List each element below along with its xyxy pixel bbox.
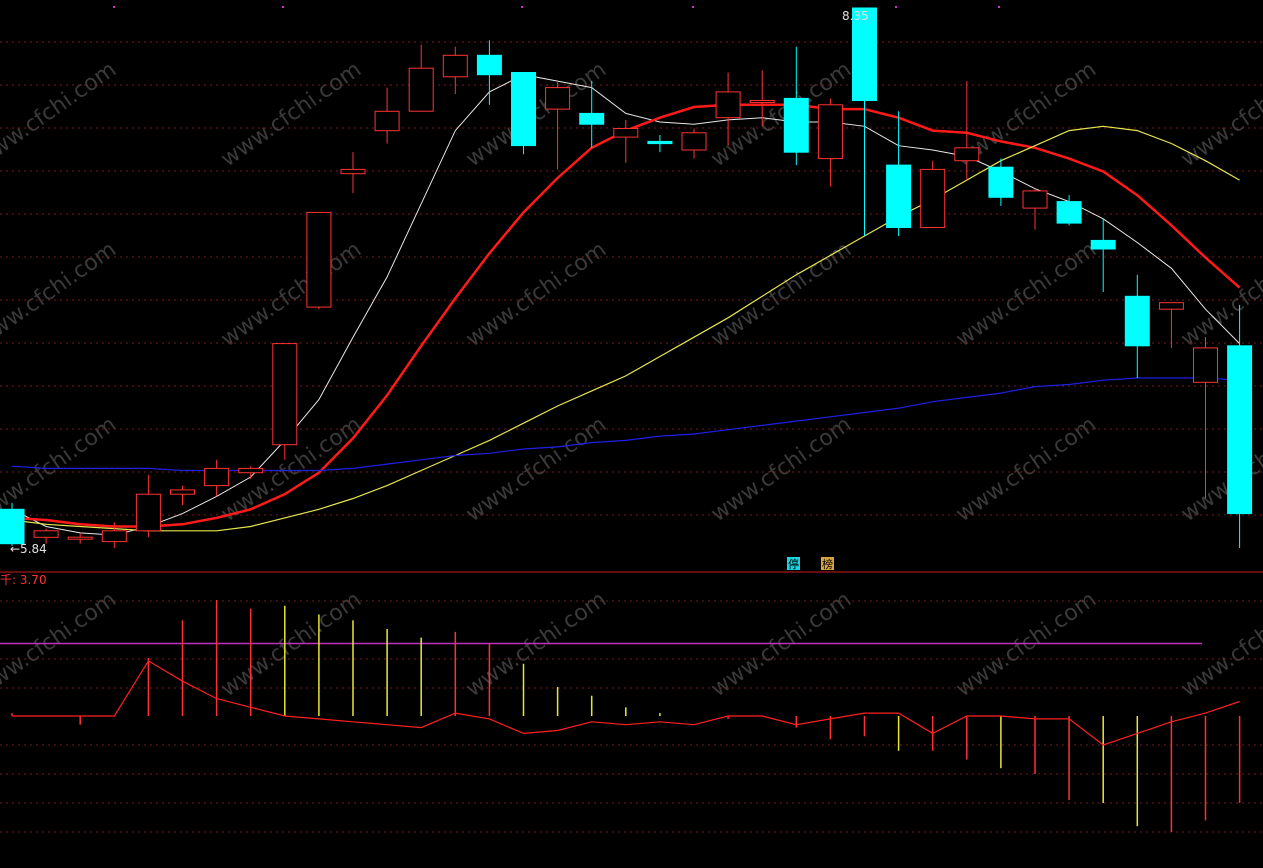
candle-body (408, 67, 434, 112)
candle-body (67, 536, 93, 540)
stock-chart: www.cfchi.com www.cfchi.com www.cfchi.com w… (0, 0, 1263, 868)
candle-body (817, 104, 843, 160)
candle-body (476, 54, 502, 76)
candle-body (238, 467, 264, 474)
candle-body (1056, 201, 1082, 224)
tag-text: 榜 (822, 557, 833, 571)
candle-body (101, 530, 127, 543)
candle-body (1124, 295, 1150, 347)
candle-body (135, 493, 161, 532)
candle-body (306, 211, 332, 308)
candle-body (170, 489, 195, 495)
top-marker (521, 6, 523, 8)
candle-body (613, 128, 639, 138)
candle-body (545, 87, 571, 110)
tag-text: 停 (788, 557, 799, 571)
candle-body (340, 168, 366, 175)
candle-body (374, 110, 400, 132)
candle-body (511, 72, 536, 147)
candle-body (920, 168, 946, 228)
candle-body (1193, 347, 1218, 383)
candle-body (886, 164, 912, 229)
candle-body (988, 166, 1014, 198)
candle-body (1227, 345, 1253, 515)
indicator-label: 千: 3.70 (0, 573, 47, 587)
candle-body (647, 140, 673, 145)
candle-body (442, 54, 468, 78)
top-marker (692, 6, 694, 8)
candle-body (783, 97, 809, 153)
candle-body (33, 530, 59, 538)
candle-body (749, 100, 775, 103)
candle-body (579, 112, 605, 125)
candle-body (954, 147, 980, 162)
top-marker (113, 6, 115, 8)
candle-body (204, 467, 230, 487)
candle-body (1022, 190, 1048, 209)
low-price-label: ←5.84 (10, 542, 47, 556)
candle-body (715, 91, 741, 119)
high-price-label: 8.35 (842, 9, 869, 23)
candle-body (272, 343, 298, 446)
candle-body (0, 508, 25, 545)
candle-body (1090, 239, 1116, 250)
top-marker (895, 6, 897, 8)
candle-body (1158, 302, 1184, 310)
top-marker (282, 6, 284, 8)
top-marker (998, 6, 1000, 8)
candle-body (681, 132, 707, 151)
